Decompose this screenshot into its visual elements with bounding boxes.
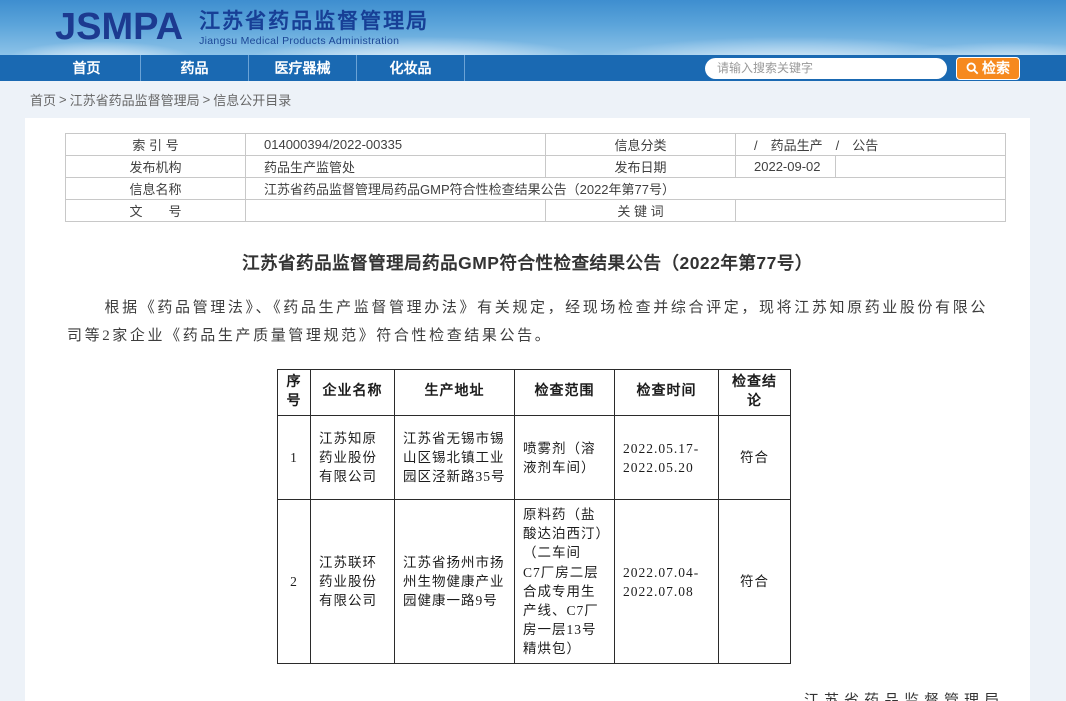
meta-label-index-no: 索 引 号 [66,134,246,156]
results-header-row: 序号 企业名称 生产地址 检查范围 检查时间 检查结论 [278,369,791,416]
meta-value-empty [836,156,1006,178]
meta-value-category: / 药品生产 / 公告 [736,134,1006,156]
meta-label-pub-date: 发布日期 [546,156,736,178]
col-header-conclusion: 检查结论 [719,369,791,416]
cell-conclusion: 符合 [719,416,791,500]
cell-address: 江苏省无锡市锡山区锡北镇工业园区泾新路35号 [395,416,515,500]
cell-company: 江苏知原药业股份有限公司 [311,416,395,500]
page-title: 江苏省药品监督管理局药品GMP符合性检查结果公告（2022年第77号） [25,250,1030,275]
meta-row-title: 信息名称 江苏省药品监督管理局药品GMP符合性检查结果公告（2022年第77号） [66,178,1006,200]
org-title-block: 江苏省药品监督管理局 Jiangsu Medical Products Admi… [199,8,429,46]
meta-value-title: 江苏省药品监督管理局药品GMP符合性检查结果公告（2022年第77号） [246,178,1006,200]
col-header-no: 序号 [278,369,311,416]
nav-tab-home[interactable]: 首页 [33,55,141,81]
meta-label-category: 信息分类 [546,134,736,156]
site-logo: JSMPA [55,6,183,49]
meta-value-doc-no [246,200,546,222]
org-name-cn: 江苏省药品监督管理局 [199,10,429,34]
search-icon [966,62,979,75]
meta-value-agency: 药品生产监管处 [246,156,546,178]
cell-time: 2022.07.04-2022.07.08 [615,500,719,664]
cell-company: 江苏联环药业股份有限公司 [311,500,395,664]
site-banner: JSMPA 江苏省药品监督管理局 Jiangsu Medical Product… [0,0,1066,55]
col-header-company: 企业名称 [311,369,395,416]
table-row: 2 江苏联环药业股份有限公司 江苏省扬州市扬州生物健康产业园健康一路9号 原料药… [278,500,791,664]
inspection-results-table: 序号 企业名称 生产地址 检查范围 检查时间 检查结论 1 江苏知原药业股份有限… [277,369,791,665]
content-card: 索 引 号 014000394/2022-00335 信息分类 / 药品生产 /… [25,118,1030,701]
breadcrumb-org[interactable]: 江苏省药品监督管理局 [70,90,200,109]
search-input[interactable] [705,58,947,79]
meta-label-title: 信息名称 [66,178,246,200]
col-header-address: 生产地址 [395,369,515,416]
meta-value-pub-date: 2022-09-02 [736,156,836,178]
nav-tab-cosmetics[interactable]: 化妆品 [357,55,465,81]
announcement-paragraph: 根据《药品管理法》、《药品生产监督管理办法》有关规定，经现场检查并综合评定，现将… [67,295,988,351]
signature-org: 江苏省药品监督管理局 [25,688,1004,701]
signature-block: 江苏省药品监督管理局 2022年9月2日 [25,688,1030,701]
main-nav: 首页 药品 医疗器械 化妆品 检索 [0,55,1066,81]
cell-scope: 原料药（盐酸达泊西汀）（二车间 C7厂房二层合成专用生产线、C7厂房一层13号精… [515,500,615,664]
col-header-scope: 检查范围 [515,369,615,416]
cell-no: 2 [278,500,311,664]
cell-scope: 喷雾剂（溶液剂车间） [515,416,615,500]
meta-label-doc-no: 文 号 [66,200,246,222]
search-button[interactable]: 检索 [956,57,1020,80]
meta-label-keywords: 关 键 词 [546,200,736,222]
meta-value-keywords [736,200,1006,222]
cell-address: 江苏省扬州市扬州生物健康产业园健康一路9号 [395,500,515,664]
org-name-en: Jiangsu Medical Products Administration [199,35,429,47]
nav-tab-drugs[interactable]: 药品 [141,55,249,81]
meta-label-agency: 发布机构 [66,156,246,178]
nav-search-area: 检索 [705,55,1020,81]
nav-tab-medical-devices[interactable]: 医疗器械 [249,55,357,81]
breadcrumb-home[interactable]: 首页 [30,90,56,109]
cell-conclusion: 符合 [719,500,791,664]
cell-no: 1 [278,416,311,500]
meta-row-doc-no: 文 号 关 键 词 [66,200,1006,222]
meta-value-index-no: 014000394/2022-00335 [246,134,546,156]
table-row: 1 江苏知原药业股份有限公司 江苏省无锡市锡山区锡北镇工业园区泾新路35号 喷雾… [278,416,791,500]
breadcrumb: 首页 > 江苏省药品监督管理局 > 信息公开目录 [0,81,1066,118]
breadcrumb-directory[interactable]: 信息公开目录 [213,90,291,109]
meta-row-index: 索 引 号 014000394/2022-00335 信息分类 / 药品生产 /… [66,134,1006,156]
search-button-label: 检索 [982,58,1010,78]
breadcrumb-separator: > [59,92,67,107]
meta-row-agency: 发布机构 药品生产监管处 发布日期 2022-09-02 [66,156,1006,178]
document-meta-table: 索 引 号 014000394/2022-00335 信息分类 / 药品生产 /… [65,133,1006,222]
cell-time: 2022.05.17-2022.05.20 [615,416,719,500]
breadcrumb-separator: > [203,92,211,107]
col-header-time: 检查时间 [615,369,719,416]
